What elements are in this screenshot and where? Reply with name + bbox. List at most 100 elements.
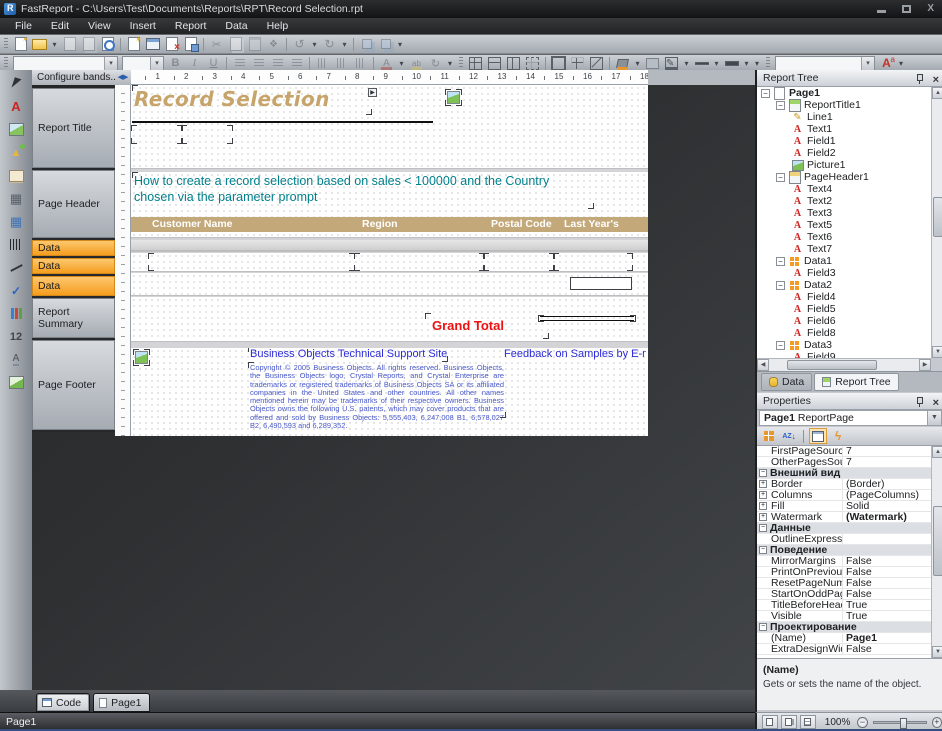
field-object[interactable] (570, 277, 632, 290)
table-tool-icon[interactable] (4, 187, 28, 210)
caret-icon[interactable] (340, 36, 349, 52)
save-icon[interactable] (61, 36, 78, 52)
column-header-row[interactable]: Customer Name Region Postal Code Last Ye… (131, 217, 648, 232)
tree-item-field6[interactable]: Field6 (757, 315, 931, 327)
zoom-out-icon[interactable]: − (857, 717, 867, 728)
property-row[interactable]: OutlineExpression (757, 534, 931, 545)
configure-bands-button[interactable]: Configure bands... (32, 70, 115, 85)
category-collapse-icon[interactable]: − (759, 524, 767, 532)
toolbar-grip[interactable] (4, 38, 8, 50)
zoom-slider[interactable] (873, 721, 927, 724)
chart-tool-icon[interactable] (4, 302, 28, 325)
report-design-canvas[interactable]: Record Selection ▶ How to create a recor… (131, 85, 648, 436)
band-label-page-footer[interactable]: Page Footer (32, 340, 115, 430)
property-value[interactable]: True (843, 600, 931, 610)
toolbar-overflow-icon[interactable]: ▾ (395, 40, 405, 49)
field-object[interactable] (356, 255, 483, 269)
toolbar-grip[interactable] (4, 57, 8, 69)
ole-tool-icon[interactable] (4, 371, 28, 394)
cut-icon[interactable] (208, 36, 225, 52)
description-text-object[interactable]: How to create a record selection based o… (134, 174, 592, 207)
tree-item-reporttitle1[interactable]: −ReportTitle1 (757, 99, 931, 111)
column-header[interactable]: Customer Name (152, 218, 233, 230)
send-back-icon[interactable] (377, 36, 394, 52)
alphabetical-sort-icon[interactable] (780, 428, 798, 444)
property-row[interactable]: StartOnOddPageFalse (757, 589, 931, 600)
italic-icon[interactable] (186, 55, 203, 71)
font-size-combo[interactable]: ▾ (122, 56, 164, 71)
tree-item-field4[interactable]: Field4 (757, 291, 931, 303)
field-object[interactable] (183, 127, 231, 142)
menu-view[interactable]: View (79, 20, 121, 32)
picture-tool-icon[interactable] (4, 118, 28, 141)
undo-icon[interactable] (291, 36, 308, 52)
format-painter-icon[interactable] (265, 36, 282, 52)
tree-item-field3[interactable]: Field3 (757, 267, 931, 279)
fill-color-icon[interactable] (614, 55, 631, 71)
tree-item-text7[interactable]: Text7 (757, 243, 931, 255)
band-page-header-area[interactable]: How to create a record selection based o… (131, 172, 648, 237)
object-selector-combo[interactable]: Page1 ReportPage ▼ (759, 410, 942, 426)
band-separator[interactable] (131, 341, 648, 348)
line-object[interactable] (132, 121, 433, 123)
chevron-down-icon[interactable]: ▾ (104, 57, 117, 70)
digits-tool-icon[interactable] (4, 325, 28, 348)
caret-icon[interactable] (712, 55, 721, 71)
property-value[interactable]: 7 (843, 457, 931, 467)
tree-item-text6[interactable]: Text6 (757, 231, 931, 243)
border-horiz-icon[interactable] (486, 55, 503, 71)
property-value[interactable]: (PageColumns) (843, 490, 931, 500)
close-icon[interactable]: × (933, 72, 939, 88)
object-expand-marker[interactable]: ▶ (368, 88, 377, 97)
property-category[interactable]: −Проектирование (757, 622, 931, 633)
property-value[interactable]: False (843, 644, 931, 654)
underline-icon[interactable] (205, 55, 222, 71)
tree-item-field5[interactable]: Field5 (757, 303, 931, 315)
band-label-data[interactable]: Data (32, 240, 115, 256)
toolbar-grip[interactable] (459, 57, 463, 69)
band-label-data[interactable]: Data (32, 258, 115, 274)
tree-expander-icon[interactable]: − (761, 89, 770, 98)
shape-tool-icon[interactable] (4, 141, 28, 164)
border-grid-icon[interactable] (524, 55, 541, 71)
band-report-summary-area[interactable]: Grand Total (131, 297, 648, 341)
border-vert-icon[interactable] (505, 55, 522, 71)
report-title-text-object[interactable]: Record Selection (134, 87, 370, 113)
open-icon[interactable] (31, 36, 48, 52)
new-page-icon[interactable] (125, 36, 142, 52)
band-splitter[interactable]: ◀▶ (115, 70, 131, 85)
property-category[interactable]: −Поведение (757, 545, 931, 556)
property-row[interactable]: TitleBeforeHeaderTrue (757, 600, 931, 611)
property-value[interactable]: True (843, 611, 931, 621)
events-view-icon[interactable] (829, 428, 847, 444)
checkbox-tool-icon[interactable] (4, 279, 28, 302)
tree-item-field8[interactable]: Field8 (757, 327, 931, 339)
page-setup-icon[interactable] (182, 36, 199, 52)
property-value[interactable] (843, 534, 931, 544)
zoom-slider-thumb[interactable] (900, 718, 907, 729)
tree-item-picture1[interactable]: Picture1 (757, 159, 931, 171)
select-tool-icon[interactable] (4, 72, 28, 95)
save-all-icon[interactable] (80, 36, 97, 52)
band-page-footer-area[interactable]: Business Objects Technical Support Site … (131, 348, 648, 436)
tree-item-field1[interactable]: Field1 (757, 135, 931, 147)
text-color-icon[interactable] (378, 55, 395, 71)
align-middle-icon[interactable] (333, 55, 350, 71)
property-row[interactable]: +Border(Border) (757, 479, 931, 490)
tree-item-data2[interactable]: −Data2 (757, 279, 931, 291)
property-expand-icon[interactable]: + (759, 502, 767, 510)
scroll-left-icon[interactable]: ◀ (757, 359, 769, 371)
tree-item-text5[interactable]: Text5 (757, 219, 931, 231)
category-collapse-icon[interactable]: − (759, 623, 767, 631)
tree-expander-icon[interactable]: − (776, 257, 785, 266)
column-header[interactable]: Last Year's (564, 218, 619, 230)
border-inside-icon[interactable] (569, 55, 586, 71)
tree-item-line1[interactable]: Line1 (757, 111, 931, 123)
property-row[interactable]: FirstPageSource7 (757, 446, 931, 457)
caret-icon[interactable] (633, 55, 642, 71)
tree-item-text4[interactable]: Text4 (757, 183, 931, 195)
font-name-combo[interactable]: ▾ (13, 56, 118, 71)
border-diagonal-icon[interactable] (588, 55, 605, 71)
copyright-text-object[interactable]: Copyright © 2005 Business Objects. All r… (250, 364, 504, 416)
caret-icon[interactable] (50, 36, 59, 52)
